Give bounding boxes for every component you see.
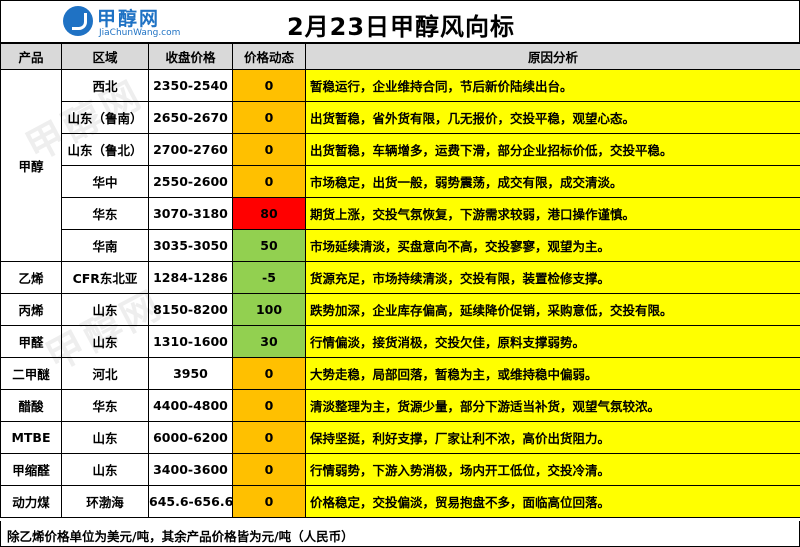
- price-cell: 2350-2540: [148, 69, 233, 102]
- product-cell: 动力煤: [0, 485, 62, 518]
- table-header-row: 产品 区域 收盘价格 价格动态 原因分析: [0, 43, 800, 70]
- change-cell: 0: [232, 421, 306, 454]
- reason-cell: 清淡整理为主，货源少量，部分下游适当补货，观望气氛较浓。: [305, 389, 800, 422]
- change-cell: -5: [232, 261, 306, 294]
- region-cell: 华东: [61, 197, 149, 230]
- reason-cell: 跌势加深，企业库存偏高，延续降价促销，采购意低，交投有限。: [305, 293, 800, 326]
- reason-cell: 暂稳运行，企业维持合同，节后新价陆续出台。: [305, 69, 800, 102]
- table-row: 甲醛 山东 1310-1600 30 行情偏淡，接货消极，交投欠佳，原料支撑弱势。: [0, 325, 800, 358]
- region-cell: 河北: [61, 357, 149, 390]
- reason-cell: 出货暂稳，省外货有限，几无报价，交投平稳，观望心态。: [305, 101, 800, 134]
- column-header-product: 产品: [0, 43, 62, 70]
- reason-cell: 行情偏淡，接货消极，交投欠佳，原料支撑弱势。: [305, 325, 800, 358]
- region-cell: 山东（鲁北）: [61, 133, 149, 166]
- price-table: 产品 区域 收盘价格 价格动态 原因分析 甲醇 西北 2350-2540 0 暂稳运行，…: [0, 43, 800, 518]
- reason-cell: 出货暂稳，车辆增多，运费下滑，部分企业招标价低，交投平稳。: [305, 133, 800, 166]
- price-cell: 8150-8200: [148, 293, 233, 326]
- column-header-change: 价格动态: [232, 43, 306, 70]
- region-cell: 山东: [61, 453, 149, 486]
- footnote: 除乙烯价格单位为美元/吨，其余产品价格皆为元/吨（人民币）: [0, 521, 800, 547]
- region-cell: 山东: [61, 421, 149, 454]
- product-cell: 二甲醚: [0, 357, 62, 390]
- region-cell: 华东: [61, 389, 149, 422]
- change-cell: 0: [232, 133, 306, 166]
- region-cell: 西北: [61, 69, 149, 102]
- reason-cell: 大势走稳，局部回落，暂稳为主，或维持稳中偏弱。: [305, 357, 800, 390]
- price-cell: 2650-2670: [148, 101, 233, 134]
- change-cell: 0: [232, 101, 306, 134]
- price-cell: 1310-1600: [148, 325, 233, 358]
- table-row: MTBE 山东 6000-6200 0 保持坚挺，利好支撑，厂家让利不浓，高价出货阻力。: [0, 421, 800, 454]
- table-row: 丙烯 山东 8150-8200 100 跌势加深，企业库存偏高，延续降价促销，采购意低，…: [0, 293, 800, 326]
- table-row: 华中 2550-2600 0 市场稳定，出货一般，弱势震荡，成交有限，成交清淡。: [1, 165, 800, 198]
- region-cell: 山东: [61, 325, 149, 358]
- price-cell: 1284-1286: [148, 261, 233, 294]
- change-cell: 0: [232, 389, 306, 422]
- table-row: 华东 3070-3180 80 期货上涨，交投气氛恢复，下游需求较弱，港口操作谨慎。: [1, 197, 800, 230]
- column-header-reason: 原因分析: [305, 43, 800, 70]
- reason-cell: 市场延续清淡，买盘意向不高，交投寥寥，观望为主。: [305, 229, 800, 262]
- table-row: 乙烯 CFR东北亚 1284-1286 -5 货源充足，市场持续清淡，交投有限，装置检修…: [0, 261, 800, 294]
- table-row: 甲醇 西北 2350-2540 0 暂稳运行，企业维持合同，节后新价陆续出台。: [0, 69, 800, 262]
- reason-cell: 货源充足，市场持续清淡，交投有限，装置检修支撑。: [305, 261, 800, 294]
- table-row: 山东（鲁北） 2700-2760 0 出货暂稳，车辆增多，运费下滑，部分企业招标价低，…: [1, 133, 800, 166]
- region-cell: 华南: [61, 229, 149, 262]
- change-cell: 50: [232, 229, 306, 262]
- reason-cell: 保持坚挺，利好支撑，厂家让利不浓，高价出货阻力。: [305, 421, 800, 454]
- table-row: 二甲醚 河北 3950 0 大势走稳，局部回落，暂稳为主，或维持稳中偏弱。: [0, 357, 800, 390]
- change-cell: 30: [232, 325, 306, 358]
- table-row: 动力煤 环渤海 645.6-656.6 0 价格稳定，交投偏淡，贸易抱盘不多，面临高位回…: [0, 485, 800, 518]
- region-cell: 华中: [61, 165, 149, 198]
- region-cell: 山东（鲁南）: [61, 101, 149, 134]
- column-header-price: 收盘价格: [148, 43, 233, 70]
- region-cell: CFR东北亚: [61, 261, 149, 294]
- change-cell: 0: [232, 357, 306, 390]
- change-cell: 100: [232, 293, 306, 326]
- price-cell: 6000-6200: [148, 421, 233, 454]
- product-cell: 甲缩醛: [0, 453, 62, 486]
- change-cell: 80: [232, 197, 306, 230]
- region-cell: 环渤海: [61, 485, 149, 518]
- product-cell: MTBE: [0, 421, 62, 454]
- product-cell: 丙烯: [0, 293, 62, 326]
- product-cell: 甲醇: [0, 69, 62, 262]
- product-cell: 醋酸: [0, 389, 62, 422]
- region-cell: 山东: [61, 293, 149, 326]
- table-row: 醋酸 华东 4400-4800 0 清淡整理为主，货源少量，部分下游适当补货，观望气氛较…: [0, 389, 800, 422]
- price-cell: 645.6-656.6: [148, 485, 233, 518]
- reason-cell: 价格稳定，交投偏淡，贸易抱盘不多，面临高位回落。: [305, 485, 800, 518]
- price-cell: 3400-3600: [148, 453, 233, 486]
- column-header-region: 区域: [61, 43, 149, 70]
- table-body: 甲醇 西北 2350-2540 0 暂稳运行，企业维持合同，节后新价陆续出台。 山东（鲁南…: [0, 69, 800, 518]
- change-cell: 0: [232, 453, 306, 486]
- price-cell: 3950: [148, 357, 233, 390]
- table-row: 华南 3035-3050 50 市场延续清淡，买盘意向不高，交投寥寥，观望为主。: [1, 229, 800, 262]
- price-cell: 3035-3050: [148, 229, 233, 262]
- price-cell: 4400-4800: [148, 389, 233, 422]
- table-row: 山东（鲁南） 2650-2670 0 出货暂稳，省外货有限，几无报价，交投平稳，观望心…: [1, 101, 800, 134]
- reason-cell: 期货上涨，交投气氛恢复，下游需求较弱，港口操作谨慎。: [305, 197, 800, 230]
- title-bar: 甲醇网 JiaChunWang.com 2月23日甲醇风向标: [0, 0, 800, 43]
- reason-cell: 行情弱势，下游入势消极，场内开工低位，交投冷清。: [305, 453, 800, 486]
- table-row: 甲缩醛 山东 3400-3600 0 行情弱势，下游入势消极，场内开工低位，交投冷清。: [0, 453, 800, 486]
- reason-cell: 市场稳定，出货一般，弱势震荡，成交有限，成交清淡。: [305, 165, 800, 198]
- change-cell: 0: [232, 165, 306, 198]
- change-cell: 0: [232, 69, 306, 102]
- price-cell: 2700-2760: [148, 133, 233, 166]
- change-cell: 0: [232, 485, 306, 518]
- product-cell: 甲醛: [0, 325, 62, 358]
- price-cell: 3070-3180: [148, 197, 233, 230]
- page-title: 2月23日甲醇风向标: [286, 13, 516, 41]
- product-cell: 乙烯: [0, 261, 62, 294]
- price-cell: 2550-2600: [148, 165, 233, 198]
